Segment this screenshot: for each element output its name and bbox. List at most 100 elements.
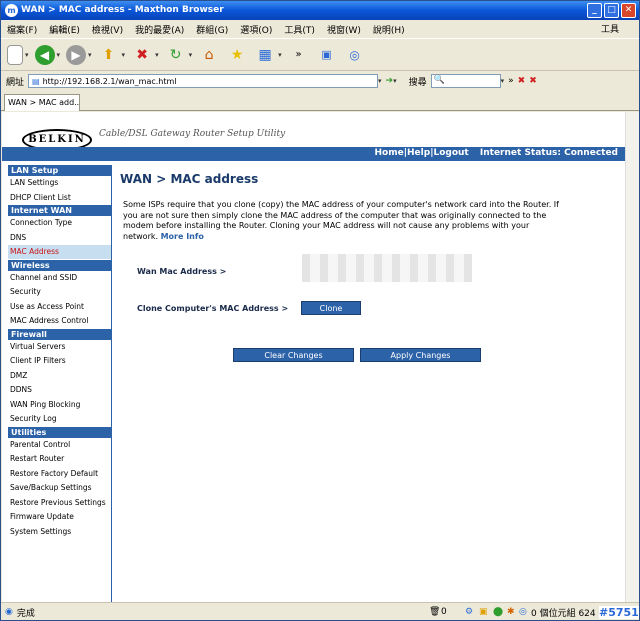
compass-icon[interactable]: ◎ [344,44,366,66]
description: Some ISPs require that you clone (copy) … [123,200,563,242]
favorites-star-icon[interactable]: ★ [226,44,248,66]
address-label: 網址 [6,77,25,88]
sidebar-item-channel-ssid[interactable]: Channel and SSID [8,271,111,285]
stop-icon[interactable]: ✖ [131,44,153,66]
status-tool-icon[interactable]: ▣ [479,607,488,617]
minimize-button[interactable]: _ [587,3,602,18]
trash-icon[interactable]: 🗑 [429,607,440,617]
menu-edit[interactable]: 編輯(E) [49,23,80,36]
clear-changes-button[interactable]: Clear Changes [233,348,354,362]
sidebar-item-security-log[interactable]: Security Log [8,412,111,427]
sidebar-item-virtual-servers[interactable]: Virtual Servers [8,340,111,354]
apply-changes-button[interactable]: Apply Changes [360,348,481,362]
search-label: 搜尋 [408,77,427,88]
sidebar-item-wan-ping-blocking[interactable]: WAN Ping Blocking [8,398,111,412]
tools-label[interactable]: 工具 [601,22,619,35]
sidebar-item-parental-control[interactable]: Parental Control [8,438,111,452]
help-link[interactable]: Help [407,148,430,158]
maximize-button[interactable]: □ [604,3,619,18]
section-internet-wan[interactable]: Internet WAN [8,205,111,216]
tab-icon[interactable]: ▣ [316,44,338,66]
status-tool-icon[interactable]: ⚙ [465,607,473,617]
status-tool-icon[interactable]: ✱ [507,607,515,617]
close-button[interactable]: ✕ [621,3,636,18]
up-icon[interactable]: ⬆ [98,44,120,66]
maxthon-icon: m [5,4,18,17]
menu-view[interactable]: 檢視(V) [92,23,123,36]
menu-file[interactable]: 檔案(F) [7,23,37,36]
more-icon[interactable]: » [288,44,310,66]
close-tab-icon[interactable]: ✖ [529,76,537,86]
popup-count: 0 [441,607,447,617]
wan-mac-value-blurred [302,254,472,282]
bytes-text: 0 個位元組 624 [531,608,596,619]
block-icon[interactable]: ✖ [518,76,526,86]
menu-options[interactable]: 選項(O) [240,23,272,36]
internet-status-value: Connected [564,148,618,158]
title-bar: m WAN > MAC address - Maxthon Browser _ … [1,1,639,20]
vertical-scrollbar[interactable] [625,112,639,602]
menu-tools[interactable]: 工具(T) [284,23,315,36]
page-icon: ▤ [32,76,40,86]
home-icon[interactable]: ⌂ [198,44,220,66]
sidebar-item-restore-previous[interactable]: Restore Previous Settings [8,496,111,510]
sidebar-item-client-ip-filters[interactable]: Client IP Filters [8,354,111,369]
search-icon: 🔍 [433,75,445,85]
sidebar-item-access-point[interactable]: Use as Access Point [8,300,111,314]
section-utilities[interactable]: Utilities [8,426,111,438]
browser-window: m WAN > MAC address - Maxthon Browser _ … [0,0,640,621]
sidebar-item-lan-settings[interactable]: LAN Settings [8,176,111,191]
address-bar: 網址 ▤ http://192.168.2.1/wan_mac.html ▾ ➔… [1,72,639,90]
home-link[interactable]: Home [375,148,404,158]
more-icon[interactable]: » [508,76,514,86]
tagline: Cable/DSL Gateway Router Setup Utility [99,129,286,139]
search-input[interactable]: 🔍 [430,74,501,88]
forward-icon[interactable]: ▶ [66,44,87,65]
sidebar-item-dhcp-client-list[interactable]: DHCP Client List [8,191,111,205]
search-dropdown-icon[interactable]: ▾ [501,77,505,85]
internet-status-label: Internet Status: [479,148,561,158]
address-dropdown-icon[interactable]: ▾ [378,77,382,85]
logout-link[interactable]: Logout [433,148,468,158]
sidebar-item-connection-type[interactable]: Connection Type [8,216,111,231]
sidebar-item-save-backup[interactable]: Save/Backup Settings [8,481,111,496]
sidebar-item-mac-address-control[interactable]: MAC Address Control [8,314,111,329]
status-tool-icon[interactable]: ⬤ [493,607,503,617]
sidebar-item-restore-factory[interactable]: Restore Factory Default [8,467,111,481]
section-firewall[interactable]: Firewall [8,328,111,340]
sidebar-item-dns[interactable]: DNS [8,231,111,245]
wan-mac-label: Wan Mac Address > [137,267,227,276]
sidebar-item-system-settings[interactable]: System Settings [8,525,111,539]
page-content: BELKIN Cable/DSL Gateway Router Setup Ut… [2,112,625,602]
sidebar-item-mac-address[interactable]: MAC Address [8,245,111,260]
status-text: 完成 [16,608,35,619]
sidebar: LAN Setup LAN Settings DHCP Client List … [8,165,112,602]
section-lan-setup[interactable]: LAN Setup [8,165,111,176]
globe-icon: ◉ [5,607,13,617]
section-wireless[interactable]: Wireless [8,259,111,271]
nav-bar: Home|Help|Logout Internet Status: Connec… [2,147,625,161]
more-info-link[interactable]: More Info [161,232,204,241]
toolbar: ▾ ◀ ▾ ▶ ▾ ⬆ ▾ ✖ ▾ ↻ ▾ ⌂ ★ ▦ ▾ » ▣ ◎ [1,38,639,71]
status-tool-icon[interactable]: ◎ [519,607,527,617]
router-header: BELKIN Cable/DSL Gateway Router Setup Ut… [2,112,625,162]
history-icon[interactable]: ▦ [254,44,276,66]
menu-favorites[interactable]: 我的最愛(A) [135,23,184,36]
sidebar-item-restart-router[interactable]: Restart Router [8,452,111,467]
menu-help[interactable]: 說明(H) [373,23,405,36]
sidebar-item-dmz[interactable]: DMZ [8,369,111,383]
menu-window[interactable]: 視窗(W) [327,23,361,36]
watermark: #5751 [599,605,639,619]
clone-button[interactable]: Clone [301,301,361,315]
sidebar-item-ddns[interactable]: DDNS [8,383,111,398]
new-page-icon[interactable] [7,44,23,65]
tab-wan-mac[interactable]: WAN > MAC add... [4,94,80,111]
status-bar: ◉ 完成 🗑 0 ⚙ ▣ ⬤ ✱ ◎ 0 個位元組 624 #5751 [1,602,639,620]
address-input[interactable]: ▤ http://192.168.2.1/wan_mac.html [28,74,379,88]
sidebar-item-security[interactable]: Security [8,285,111,300]
back-icon[interactable]: ◀ [34,44,55,65]
go-icon[interactable]: ➔ [386,76,394,86]
refresh-icon[interactable]: ↻ [165,44,187,66]
sidebar-item-firmware-update[interactable]: Firmware Update [8,510,111,525]
menu-groups[interactable]: 群組(G) [196,23,228,36]
